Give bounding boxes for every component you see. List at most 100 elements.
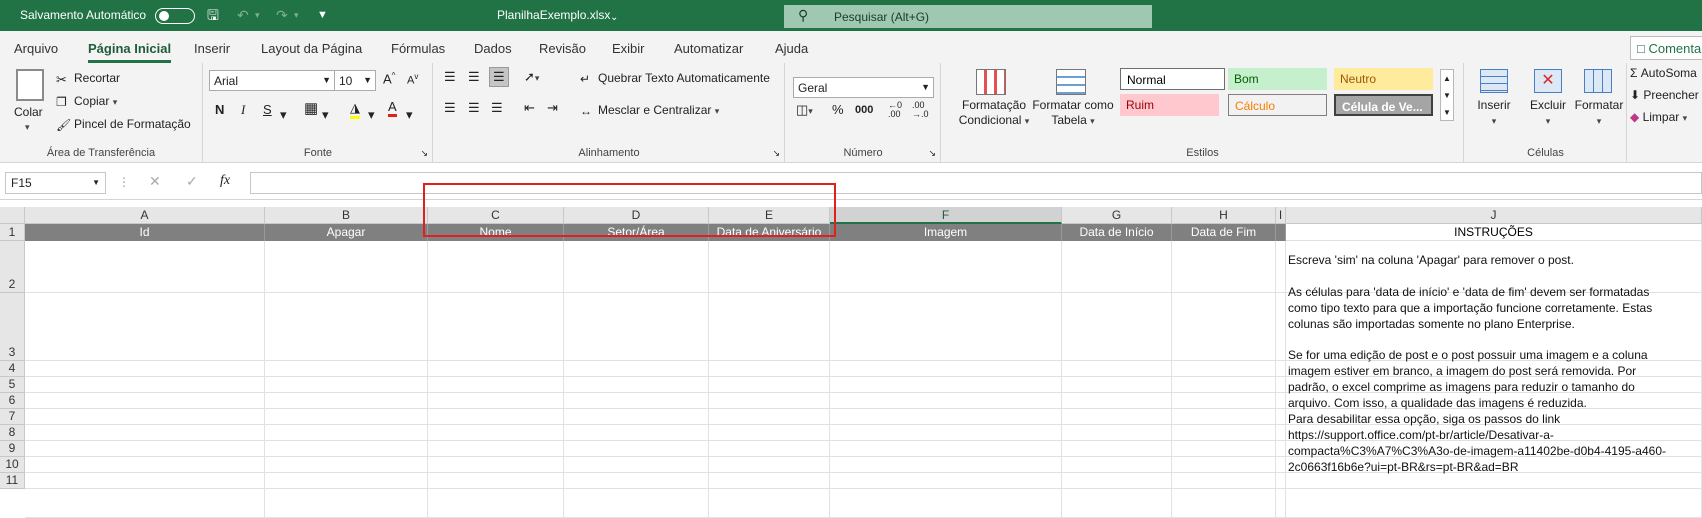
column-header-i[interactable]: I	[1276, 207, 1286, 224]
italic-button[interactable]: I	[241, 102, 245, 118]
font-launcher-icon[interactable]: ↘	[420, 148, 428, 159]
grid-cell[interactable]	[265, 441, 428, 457]
grid-cell[interactable]	[709, 489, 830, 518]
grid-cell[interactable]	[830, 293, 1062, 361]
grid-cell[interactable]	[1276, 361, 1286, 377]
header-cell-id[interactable]: Id	[25, 224, 265, 241]
style-normal[interactable]: Normal	[1120, 68, 1225, 90]
grid-cell[interactable]	[709, 361, 830, 377]
cut-button[interactable]: ✂ Recortar	[56, 71, 120, 87]
paste-button[interactable]: Colar	[14, 105, 43, 119]
grid-cell[interactable]	[265, 393, 428, 409]
grid-cell[interactable]	[564, 473, 709, 489]
align-right-icon[interactable]: ☰	[491, 100, 503, 116]
style-ruim[interactable]: Ruim	[1120, 94, 1219, 116]
grid-cell[interactable]	[265, 409, 428, 425]
font-size-select[interactable]: 10 ▼	[334, 70, 376, 91]
name-box[interactable]: F15 ▼	[5, 172, 106, 194]
grid-cell[interactable]	[830, 425, 1062, 441]
grid-cell[interactable]	[25, 361, 265, 377]
grid-cell[interactable]	[830, 241, 1062, 293]
grid-cell[interactable]	[830, 489, 1062, 518]
tab-revisao[interactable]: Revisão	[539, 41, 586, 56]
cancel-formula-icon[interactable]: ✕	[149, 173, 161, 190]
grid-cell[interactable]	[265, 473, 428, 489]
tab-pagina-inicial[interactable]: Página Inicial	[88, 41, 172, 63]
tab-ajuda[interactable]: Ajuda	[775, 41, 808, 56]
grid-cell[interactable]	[830, 409, 1062, 425]
grid-cell[interactable]	[265, 489, 428, 518]
conditional-formatting-button[interactable]: Formatação Condicional ▾	[950, 98, 1038, 129]
grid-cell[interactable]	[265, 361, 428, 377]
decrease-decimal-icon[interactable]: .00 →.0	[912, 101, 929, 119]
grid-cell[interactable]	[709, 409, 830, 425]
delete-cells-icon[interactable]: ✕	[1534, 69, 1562, 93]
increase-indent-icon[interactable]: ⇥	[547, 100, 558, 116]
grid-cell[interactable]	[709, 377, 830, 393]
grid-cell[interactable]	[428, 241, 564, 293]
grid-cell[interactable]	[428, 409, 564, 425]
grid-cell[interactable]	[25, 241, 265, 293]
grid-cell[interactable]	[25, 425, 265, 441]
grid-cell[interactable]	[1172, 293, 1276, 361]
tab-inserir[interactable]: Inserir	[194, 41, 230, 56]
row-header-8[interactable]: 8	[0, 425, 25, 441]
header-cell-imagem[interactable]: Imagem	[830, 224, 1062, 241]
format-painter-button[interactable]: 🖌 Pincel de Formatação	[56, 117, 191, 132]
grid-cell[interactable]	[1172, 241, 1276, 293]
file-name[interactable]: PlanilhaExemplo.xlsx	[497, 8, 610, 22]
column-header-g[interactable]: G	[1062, 207, 1172, 224]
number-format-select[interactable]: Geral ▼	[793, 77, 934, 98]
align-top-icon[interactable]: ☰	[444, 69, 456, 85]
comma-style-icon[interactable]: 000	[855, 104, 873, 116]
grid-cell[interactable]	[830, 377, 1062, 393]
grid-cell[interactable]	[428, 441, 564, 457]
header-cell-instrucoes[interactable]: INSTRUÇÕES	[1286, 224, 1702, 241]
grid-cell[interactable]	[1062, 393, 1172, 409]
decrease-font-icon[interactable]: Av	[407, 72, 418, 87]
bold-button[interactable]: N	[215, 102, 224, 117]
underline-dropdown-icon[interactable]: ▾	[280, 107, 287, 123]
grid-cell[interactable]	[1276, 473, 1286, 489]
header-cell-i[interactable]	[1276, 224, 1286, 241]
grid-cell[interactable]	[1276, 489, 1286, 518]
grid-cell[interactable]	[1286, 489, 1702, 518]
style-bom[interactable]: Bom	[1228, 68, 1327, 90]
grid-cell[interactable]	[1276, 293, 1286, 361]
fill-button[interactable]: ⬇ Preencher	[1630, 88, 1699, 102]
number-launcher-icon[interactable]: ↘	[928, 148, 936, 159]
grid-cell[interactable]	[830, 441, 1062, 457]
customize-qat-icon[interactable]: ▼	[317, 6, 328, 24]
grid-cell[interactable]	[25, 409, 265, 425]
format-as-table-icon[interactable]	[1056, 69, 1086, 95]
grid-cell[interactable]	[265, 241, 428, 293]
grid-cell[interactable]	[564, 489, 709, 518]
autosum-button[interactable]: Σ AutoSoma	[1630, 66, 1697, 80]
grid-cell[interactable]	[1276, 441, 1286, 457]
row-header-6[interactable]: 6	[0, 393, 25, 409]
column-header-a[interactable]: A	[25, 207, 265, 224]
accounting-format-icon[interactable]: ◫▾	[796, 102, 813, 118]
alignment-launcher-icon[interactable]: ↘	[772, 148, 780, 159]
grid-cell[interactable]	[1276, 457, 1286, 473]
grid-cell[interactable]	[1172, 425, 1276, 441]
underline-button[interactable]: S	[263, 102, 272, 117]
grid-cell[interactable]	[265, 457, 428, 473]
tab-layout[interactable]: Layout da Página	[261, 41, 362, 56]
grid-cell[interactable]	[830, 361, 1062, 377]
grid-cell[interactable]	[1286, 473, 1702, 489]
insert-button[interactable]: Inserir ▾	[1469, 98, 1519, 129]
fill-color-dropdown-icon[interactable]: ▾	[368, 107, 375, 123]
conditional-formatting-icon[interactable]	[976, 69, 1006, 95]
grid-cell[interactable]	[709, 425, 830, 441]
tab-exibir[interactable]: Exibir	[612, 41, 645, 56]
fill-color-icon[interactable]: ◮	[350, 100, 360, 119]
grid-cell[interactable]	[25, 393, 265, 409]
grid-cell[interactable]	[564, 293, 709, 361]
grid-cell[interactable]	[428, 425, 564, 441]
grid-cell[interactable]	[1062, 489, 1172, 518]
grid-cell[interactable]	[564, 457, 709, 473]
copy-button[interactable]: ❐ Copiar ▾	[56, 94, 117, 109]
row-header-7[interactable]: 7	[0, 409, 25, 425]
grid-cell[interactable]	[428, 473, 564, 489]
